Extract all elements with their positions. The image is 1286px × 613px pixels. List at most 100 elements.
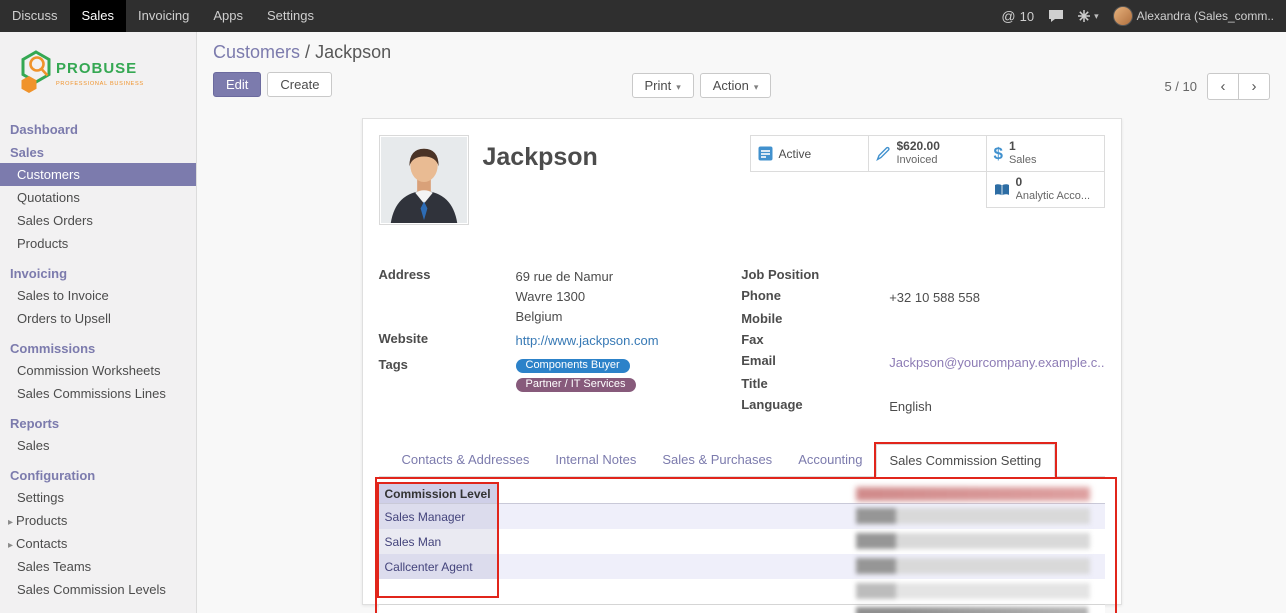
sidebar-item-commission-worksheets[interactable]: Commission Worksheets	[0, 359, 196, 382]
pager-counter: 5 / 10	[1164, 79, 1197, 94]
debug-menu-button[interactable]: ▾	[1078, 10, 1099, 22]
address-line-1: 69 rue de Namur	[516, 267, 614, 287]
analytic-stat-button[interactable]: 0Analytic Acco...	[986, 171, 1105, 208]
edit-button[interactable]: Edit	[213, 72, 261, 97]
main-area: Customers / Jackpson Edit Create Print▾ …	[197, 32, 1286, 613]
action-dropdown-button[interactable]: Action▾	[700, 73, 772, 98]
redacted-header-cell	[856, 487, 1090, 501]
website-link[interactable]: http://www.jackpson.com	[516, 331, 659, 351]
analytic-label: Analytic Acco...	[1016, 190, 1091, 202]
sidebar-item-customers[interactable]: Customers	[0, 163, 196, 186]
breadcrumb-customers[interactable]: Customers	[213, 42, 300, 62]
tab-sales-purchases[interactable]: Sales & Purchases	[649, 444, 785, 476]
phone-value: +32 10 588 558	[889, 288, 980, 308]
breadcrumb-current: Jackpson	[315, 42, 391, 62]
menu-sales[interactable]: Sales	[70, 0, 127, 32]
pager-previous-button[interactable]: ‹	[1207, 73, 1239, 100]
invoiced-label: Invoiced	[897, 154, 938, 166]
analytic-count-value: 0	[1016, 176, 1023, 189]
messages-button[interactable]	[1048, 9, 1064, 23]
sidebar-item-sales-orders[interactable]: Sales Orders	[0, 209, 196, 232]
tab-contacts-addresses[interactable]: Contacts & Addresses	[389, 444, 543, 476]
redacted-value-cell	[856, 533, 1090, 549]
commission-table-header-row: Commission Level	[379, 484, 1105, 504]
sidebar-item-products[interactable]: Products	[0, 232, 196, 255]
website-label: Website	[379, 331, 516, 351]
sidebar-item-settings[interactable]: Settings	[0, 486, 196, 509]
sidebar-section-dashboard[interactable]: Dashboard	[0, 117, 196, 140]
tab-internal-notes[interactable]: Internal Notes	[542, 444, 649, 476]
sidebar-item-sales-commissions-lines[interactable]: Sales Commissions Lines	[0, 382, 196, 405]
sidebar-item-sales-commission-levels[interactable]: Sales Commission Levels	[0, 578, 196, 601]
mention-icon: @	[1001, 8, 1015, 24]
sales-stat-button[interactable]: $ 1Sales	[986, 135, 1105, 172]
user-avatar	[1113, 6, 1133, 26]
commission-table: Commission Level Sales Manager Sales Man	[379, 484, 1105, 613]
print-label: Print	[645, 78, 672, 93]
menu-discuss[interactable]: Discuss	[0, 0, 70, 32]
table-row[interactable]: Sales Man	[379, 529, 1105, 554]
mentions-button[interactable]: @ 10	[1001, 8, 1034, 24]
email-label: Email	[741, 353, 889, 373]
sidebar-section-commissions[interactable]: Commissions	[0, 336, 196, 359]
user-menu-button[interactable]: Alexandra (Sales_comm..	[1113, 6, 1274, 26]
sidebar-item-quotations[interactable]: Quotations	[0, 186, 196, 209]
sidebar-item-config-contacts[interactable]: ▸Contacts	[0, 532, 196, 555]
address-label: Address	[379, 267, 516, 327]
sales-count-value: 1	[1009, 140, 1016, 153]
phone-label: Phone	[741, 288, 889, 308]
title-label: Title	[741, 376, 889, 394]
chat-bubble-icon	[1048, 9, 1064, 23]
dollar-icon: $	[994, 144, 1003, 164]
menu-settings[interactable]: Settings	[255, 0, 326, 32]
sidebar-item-sales-teams[interactable]: Sales Teams	[0, 555, 196, 578]
svg-text:PROFESSIONAL BUSINESS: PROFESSIONAL BUSINESS	[56, 81, 144, 87]
sidebar-item-config-products[interactable]: ▸Products	[0, 509, 196, 532]
invoiced-stat-button[interactable]: $620.00Invoiced	[868, 135, 987, 172]
sidebar-section-invoicing[interactable]: Invoicing	[0, 261, 196, 284]
person-portrait-image	[381, 137, 467, 223]
book-icon	[994, 183, 1010, 197]
breadcrumb-separator: /	[305, 42, 310, 62]
tree-expand-icon: ▸	[8, 517, 13, 528]
pager-next-button[interactable]: ›	[1238, 73, 1270, 100]
language-value: English	[889, 397, 932, 417]
tag-components-buyer: Components Buyer	[516, 359, 630, 373]
create-button[interactable]: Create	[267, 72, 332, 97]
magnifier-icon	[31, 58, 44, 71]
sidebar-section-sales[interactable]: Sales	[0, 140, 196, 163]
email-link[interactable]: Jackpson@yourcompany.example.c..	[889, 353, 1104, 373]
breadcrumb: Customers / Jackpson	[213, 42, 1270, 63]
tag-partner-it-services: Partner / IT Services	[516, 378, 636, 392]
sidebar-section-configuration[interactable]: Configuration	[0, 463, 196, 486]
menu-apps[interactable]: Apps	[201, 0, 255, 32]
sidebar-item-orders-to-upsell[interactable]: Orders to Upsell	[0, 307, 196, 330]
notebook-tabs: Contacts & Addresses Internal Notes Sale…	[379, 444, 1105, 477]
sidebar-section-reports[interactable]: Reports	[0, 411, 196, 434]
chevron-down-icon: ▾	[676, 82, 681, 92]
mention-count: 10	[1020, 9, 1034, 24]
menu-invoicing[interactable]: Invoicing	[126, 0, 201, 32]
commission-level-cell: Sales Manager	[379, 504, 499, 529]
table-row[interactable]: Sales Manager	[379, 504, 1105, 529]
sidebar-item-sales-to-invoice[interactable]: Sales to Invoice	[0, 284, 196, 307]
active-label: Active	[779, 147, 812, 161]
field-grid: Address 69 rue de Namur Wavre 1300 Belgi…	[379, 267, 1105, 420]
print-dropdown-button[interactable]: Print ▾	[632, 73, 694, 98]
commission-table-zone: Commission Level Sales Manager Sales Man	[379, 484, 1105, 613]
active-stat-button[interactable]: Active	[750, 135, 869, 172]
redacted-footer-cell	[856, 607, 1088, 613]
address-line-3: Belgium	[516, 307, 614, 327]
tab-accounting[interactable]: Accounting	[785, 444, 875, 476]
topbar-right: @ 10 ▾ Alexandra (Sales_comm..	[1001, 0, 1286, 32]
language-label: Language	[741, 397, 889, 417]
stat-buttons: Active $620.00Invoiced $ 1Sales 0Ana	[747, 135, 1105, 207]
content-area: Jackpson Active $620.00Invoiced $ 1Sa	[197, 118, 1286, 613]
tags-label: Tags	[379, 357, 516, 395]
tree-expand-icon: ▸	[8, 540, 13, 551]
commission-level-header[interactable]: Commission Level	[379, 484, 499, 503]
sidebar-item-reports-sales[interactable]: Sales	[0, 434, 196, 457]
tab-sales-commission-setting[interactable]: Sales Commission Setting	[876, 444, 1056, 477]
customer-photo[interactable]	[379, 135, 469, 225]
table-row[interactable]: Callcenter Agent	[379, 554, 1105, 579]
